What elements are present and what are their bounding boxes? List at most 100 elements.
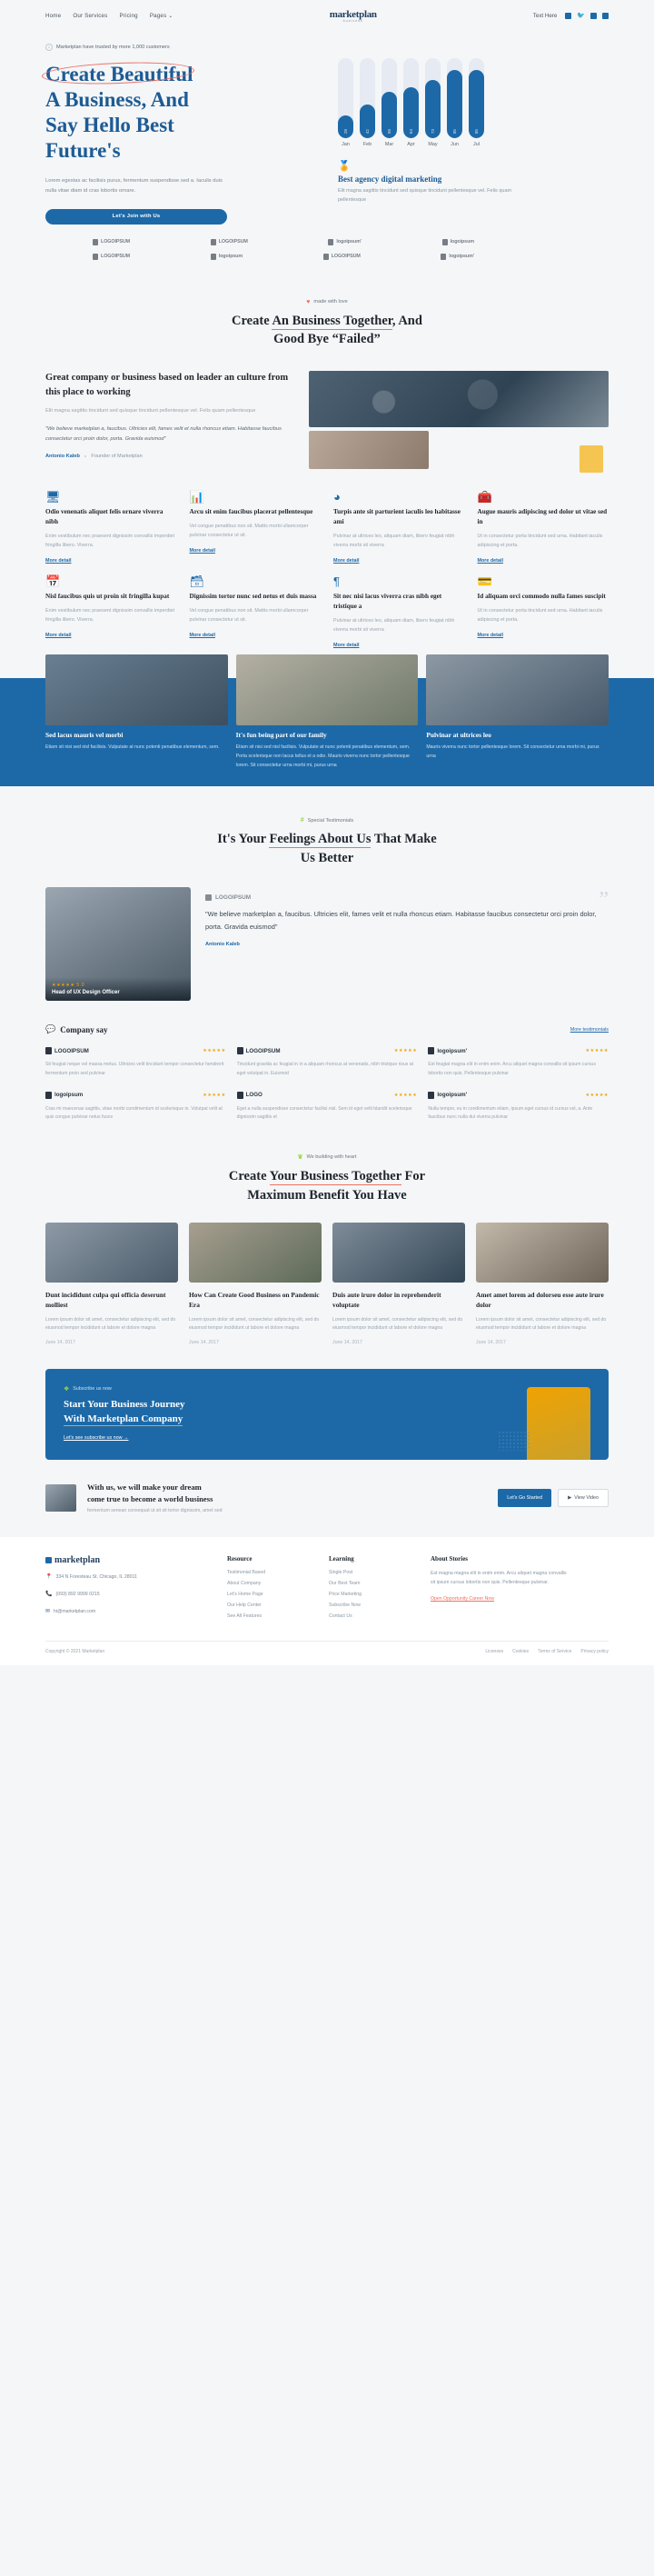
testimonial-author: Antonio Kaleb bbox=[205, 941, 240, 947]
bar-label: Jan bbox=[342, 142, 350, 147]
blog-title: Dunt incididunt culpa qui officia deseru… bbox=[45, 1291, 166, 1310]
nav-item-pages[interactable]: Pages ⌄ bbox=[150, 13, 173, 19]
band-column: Sed lacus mauris vel morbi Etiam sit nisi… bbox=[45, 731, 228, 770]
footer-link[interactable]: Price Marketing bbox=[329, 1592, 412, 1597]
footer-link[interactable]: Let's Home Page bbox=[227, 1592, 311, 1597]
blog-eyebrow: ❦ We building with heart bbox=[0, 1153, 654, 1161]
brand-logo[interactable]: marketplan business bbox=[330, 9, 377, 23]
footer-phone[interactable]: 📞 (093) 892 9999 0215 bbox=[45, 1591, 209, 1600]
band-column: It's fun being part of our family Etiam s… bbox=[236, 731, 419, 770]
blog-excerpt: Lorem ipsum dolor sit amet, consectetur … bbox=[476, 1316, 607, 1332]
cta-text: ❖ Subscribe us now Start Your Business J… bbox=[64, 1385, 336, 1443]
nav-item-home[interactable]: Home bbox=[45, 13, 61, 19]
logo-row-2: LOGOIPSUM logoipsum LOGOIPSUM logoipsum' bbox=[93, 253, 474, 260]
footer-legal-link[interactable]: Licenses bbox=[485, 1649, 503, 1654]
feature-card: 🧰 Augue mauris adipiscing sed dolor ut vi… bbox=[478, 491, 609, 566]
footer-column-resource: Resource Testimonial Based About Company Le… bbox=[227, 1555, 311, 1624]
feature-more-detail-link[interactable]: More detail bbox=[45, 633, 71, 638]
facebook-icon[interactable] bbox=[565, 12, 572, 19]
feature-text: Enim vestibulum nec praesent dignissim c… bbox=[45, 608, 175, 624]
feature-more-detail-link[interactable]: More detail bbox=[478, 633, 503, 638]
view-video-button[interactable]: ▶ View Video bbox=[558, 1488, 609, 1507]
bar-value: 28 bbox=[343, 128, 348, 134]
agency-block: 🏅 Best agency digital marketing Elit mag… bbox=[334, 160, 609, 205]
footer-logo-text: marketplan bbox=[54, 1555, 100, 1566]
chart-bar-jun: 85 Jun bbox=[447, 58, 462, 147]
feature-more-detail-link[interactable]: More detail bbox=[478, 558, 503, 564]
feature-more-detail-link[interactable]: More detail bbox=[190, 633, 215, 638]
logo-mark-icon bbox=[236, 1091, 243, 1099]
footer-link[interactable]: Our Help Center bbox=[227, 1603, 311, 1608]
linkedin-icon[interactable] bbox=[601, 12, 609, 19]
testimonial-eyebrow-text: Special Testimonials bbox=[307, 817, 354, 824]
more-testimonials-link[interactable]: More testimonials bbox=[570, 1027, 609, 1033]
blog-card[interactable]: Duis aute irure dolor in reprehenderit v… bbox=[332, 1223, 465, 1345]
join-us-button[interactable]: Let's Join with Us bbox=[45, 208, 227, 225]
about-description: Elit magna sagittis tincidunt sed quisqu… bbox=[45, 408, 256, 414]
blog-title-d: Maximum Benefit You Have bbox=[247, 1187, 407, 1203]
instagram-icon[interactable] bbox=[590, 12, 597, 19]
bar-track: 85 bbox=[469, 58, 484, 138]
testimonial-rating-value: 5.0 bbox=[76, 983, 85, 989]
copyright-text: Copyright © 2021 Marketplan bbox=[45, 1649, 105, 1655]
dream-avatar bbox=[45, 1483, 76, 1512]
feature-more-detail-link[interactable]: More detail bbox=[333, 558, 359, 564]
footer-link[interactable]: Testimonial Based bbox=[227, 1570, 311, 1575]
twitter-icon[interactable]: 🐦 bbox=[577, 13, 585, 19]
company-logo-name: LOGO bbox=[245, 1092, 263, 1099]
blog-card[interactable]: How Can Create Good Business on Pandemic… bbox=[189, 1223, 322, 1345]
footer-link[interactable]: Contact Us bbox=[329, 1613, 412, 1619]
subscribe-link[interactable]: Let's see subscribe us now → bbox=[64, 1435, 128, 1441]
about-secondary-image bbox=[309, 430, 429, 469]
blog-card[interactable]: Amet amet lorem ad dolorseu esse aute ir… bbox=[476, 1223, 609, 1345]
blog-title-b: Your Business Together bbox=[269, 1169, 401, 1186]
features-grid: 🖥 Odio venenatis aliquet felis ornare viv… bbox=[0, 469, 654, 652]
cta-person-image bbox=[527, 1386, 590, 1460]
blog-title: Duis aute irure dolor in reprehenderit v… bbox=[332, 1291, 441, 1310]
footer-link[interactable]: Single Post bbox=[329, 1570, 412, 1575]
band-images bbox=[45, 654, 609, 726]
feature-more-detail-link[interactable]: More detail bbox=[333, 643, 359, 648]
feature-more-detail-link[interactable]: More detail bbox=[45, 558, 71, 564]
bar-track: 85 bbox=[447, 58, 462, 138]
dot-separator-icon bbox=[84, 454, 87, 458]
footer-link[interactable]: Our Best Team bbox=[329, 1581, 412, 1586]
company-logo: LOGO bbox=[236, 1091, 263, 1099]
nav-item-pricing[interactable]: Pricing bbox=[119, 13, 137, 19]
footer-career-link[interactable]: Open Opportunity Career Now bbox=[431, 1596, 494, 1602]
logo-name: logoipsum bbox=[450, 239, 474, 245]
about-author-role: Founder of Marketplan bbox=[91, 454, 143, 460]
footer-legal-link[interactable]: Privacy policy bbox=[580, 1649, 609, 1654]
agency-text: Elit magna sagittis tincidunt sed quisqu… bbox=[338, 188, 512, 203]
footer-legal-link[interactable]: Terms of Service bbox=[538, 1649, 571, 1654]
logo-name: LOGOIPSUM bbox=[331, 254, 361, 260]
about-author: Antonio Kaleb Founder of Marketplan bbox=[45, 454, 289, 459]
company-say-section: 💬 Company say More testimonials LOGOIPSU… bbox=[0, 1001, 654, 1123]
bell-icon: ❖ bbox=[64, 1385, 70, 1393]
band-text: Mauris viverra nunc tortor pellentesque … bbox=[426, 744, 600, 760]
testimonial-photo: ★★★★★ 5.0 Head of UX Design Officer bbox=[45, 887, 191, 1002]
feature-more-detail-link[interactable]: More detail bbox=[190, 548, 215, 554]
get-started-button[interactable]: Let's Go Started bbox=[498, 1488, 552, 1507]
blog-card[interactable]: Dunt incididunt culpa qui officia deseru… bbox=[45, 1223, 178, 1345]
testimonial-photo-caption: ★★★★★ 5.0 Head of UX Design Officer bbox=[45, 977, 191, 1002]
company-say-grid: LOGOIPSUM ★★★★★ Sit feugiat neque vel mass… bbox=[45, 1047, 609, 1123]
bar-label: Jun bbox=[451, 142, 459, 147]
band-image-2 bbox=[235, 654, 419, 726]
company-say-title: 💬 Company say bbox=[45, 1024, 107, 1034]
footer-email[interactable]: ✉ hi@marketplan.com bbox=[45, 1608, 209, 1617]
blog-date: June 14, 2017 bbox=[332, 1339, 362, 1345]
footer-logo[interactable]: marketplan bbox=[45, 1555, 209, 1565]
footer-link[interactable]: Subscribe Now bbox=[329, 1603, 412, 1608]
footer-legal-links: Licenses Cookies Terms of Service Privacy p… bbox=[485, 1649, 609, 1654]
bar-value: 64 bbox=[409, 128, 413, 134]
footer-link[interactable]: See All Features bbox=[227, 1613, 311, 1619]
footer-legal-link[interactable]: Cookies bbox=[512, 1649, 529, 1654]
band-title: Pulvinar at ultrices leo bbox=[426, 731, 491, 740]
company-logo-name: logoipsum bbox=[54, 1092, 84, 1099]
feature-card: 🗃 Dignissim tortor nunc sed netus et duis… bbox=[190, 575, 322, 651]
bar-label: Mar bbox=[384, 142, 394, 147]
footer-link[interactable]: About Company bbox=[227, 1581, 311, 1586]
agency-title: Best agency digital marketing bbox=[338, 175, 442, 184]
nav-item-our-services[interactable]: Our Services bbox=[73, 13, 107, 19]
